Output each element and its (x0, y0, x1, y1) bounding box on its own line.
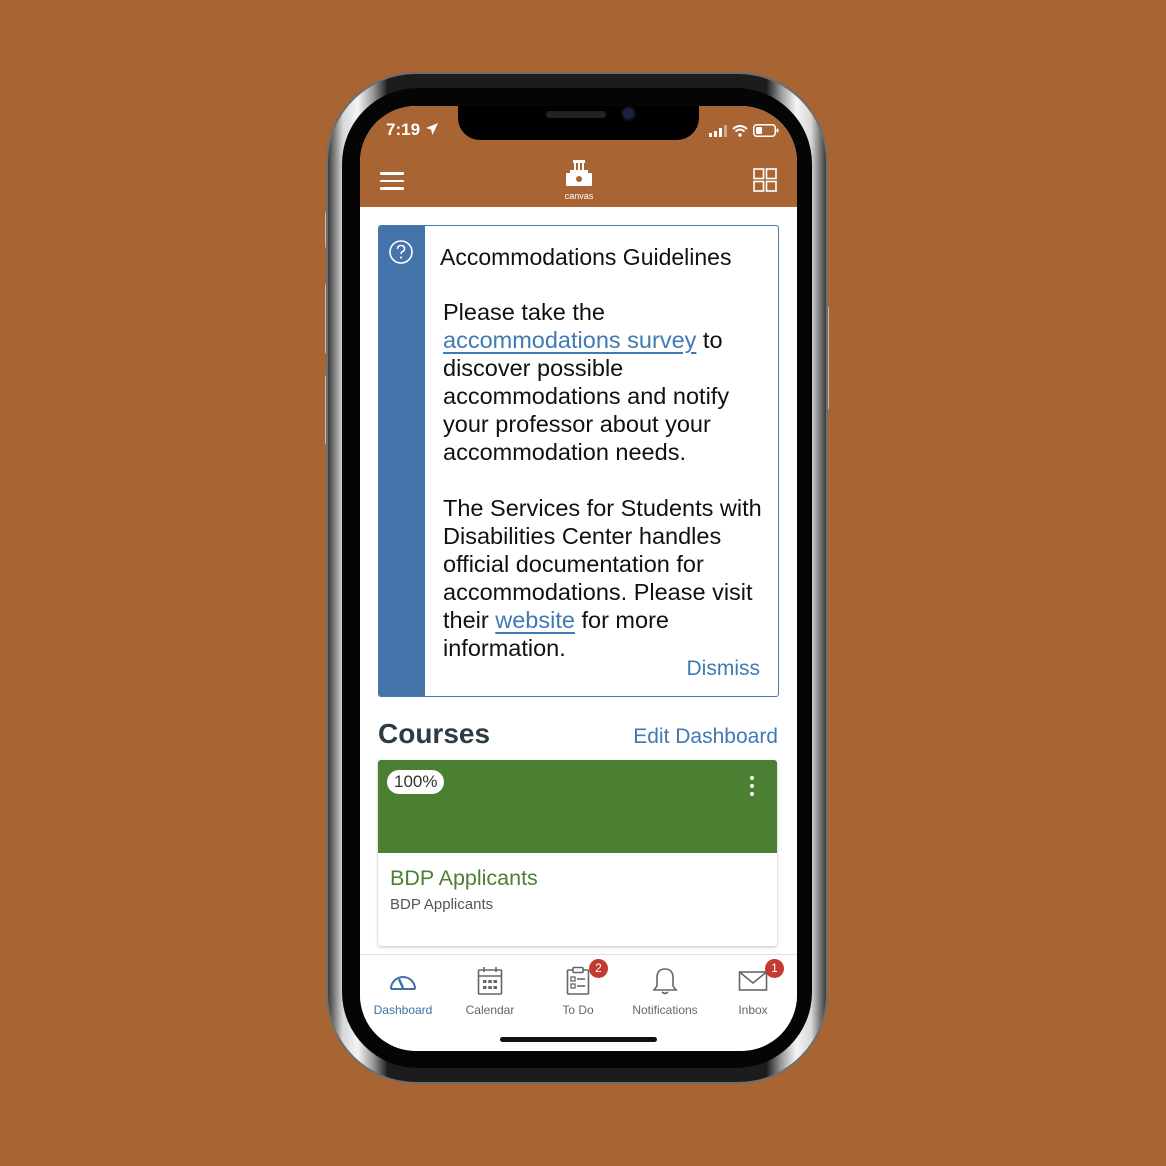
tab-notifications[interactable]: Notifications (621, 965, 709, 1017)
notch (458, 106, 699, 140)
status-icons (709, 124, 779, 137)
wifi-icon (732, 124, 748, 137)
announcement-paragraph-1: Please take the accommodations survey to… (443, 299, 730, 465)
todo-clipboard-icon (566, 966, 590, 995)
announcement-paragraph-2: The Services for Students with Disabilit… (443, 495, 762, 661)
tab-label: Notifications (632, 1003, 698, 1017)
question-circle-icon (389, 240, 413, 264)
tab-label: Inbox (738, 1003, 768, 1017)
signal-icon (709, 124, 727, 137)
logo-text: canvas (564, 191, 594, 201)
course-code: BDP Applicants (390, 896, 494, 913)
building-icon (566, 160, 592, 186)
announcement-sidebar (379, 226, 425, 696)
battery-icon (753, 124, 779, 137)
todo-count-badge: 2 (589, 959, 608, 978)
tab-label: Dashboard (373, 1003, 433, 1017)
location-arrow-icon (425, 123, 438, 135)
status-time: 7:19 (386, 120, 439, 140)
camera (623, 108, 634, 119)
tab-calendar[interactable]: Calendar (446, 965, 534, 1017)
envelope-icon (738, 971, 768, 991)
course-banner[interactable]: 100% (378, 760, 777, 853)
menu-hamburger-icon[interactable] (380, 172, 404, 190)
bell-icon (652, 968, 678, 995)
calendar-icon (477, 967, 503, 995)
grade-badge: 100% (387, 770, 445, 794)
canvas-logo: canvas (560, 158, 598, 201)
speaker (546, 111, 606, 118)
edit-dashboard-button[interactable]: Edit Dashboard (633, 725, 778, 749)
tab-inbox[interactable]: 1 Inbox (709, 959, 797, 1017)
announcement-title: Accommodations Guidelines (440, 244, 732, 270)
course-grid-icon[interactable] (753, 168, 777, 192)
tab-todo[interactable]: 2 To Do (534, 959, 622, 1017)
website-link[interactable]: website (495, 607, 575, 633)
course-name[interactable]: BDP Applicants (390, 866, 538, 891)
accommodations-announcement: Accommodations Guidelines Please take th… (378, 225, 779, 697)
dismiss-button[interactable]: Dismiss (687, 657, 761, 681)
course-card[interactable]: 100% BDP Applicants BDP Applicants (378, 760, 777, 946)
announcement-body: Please take the accommodations survey to… (443, 298, 768, 690)
tab-label: Calendar (465, 1003, 515, 1017)
bottom-tab-bar: Dashboard Calendar 2 To Do Notifications… (360, 954, 797, 1051)
tab-dashboard[interactable]: Dashboard (360, 965, 447, 1017)
dashboard-gauge-icon (390, 976, 416, 990)
tab-label: To Do (562, 1003, 594, 1017)
accommodations-survey-link[interactable]: accommodations survey (443, 327, 696, 353)
app-screen: 7:19 canvas Accommodations Guidelines Pl… (360, 106, 797, 1051)
home-indicator (500, 1037, 657, 1042)
course-options-icon[interactable] (750, 776, 755, 800)
courses-heading: Courses (378, 718, 491, 749)
inbox-count-badge: 1 (765, 959, 784, 978)
